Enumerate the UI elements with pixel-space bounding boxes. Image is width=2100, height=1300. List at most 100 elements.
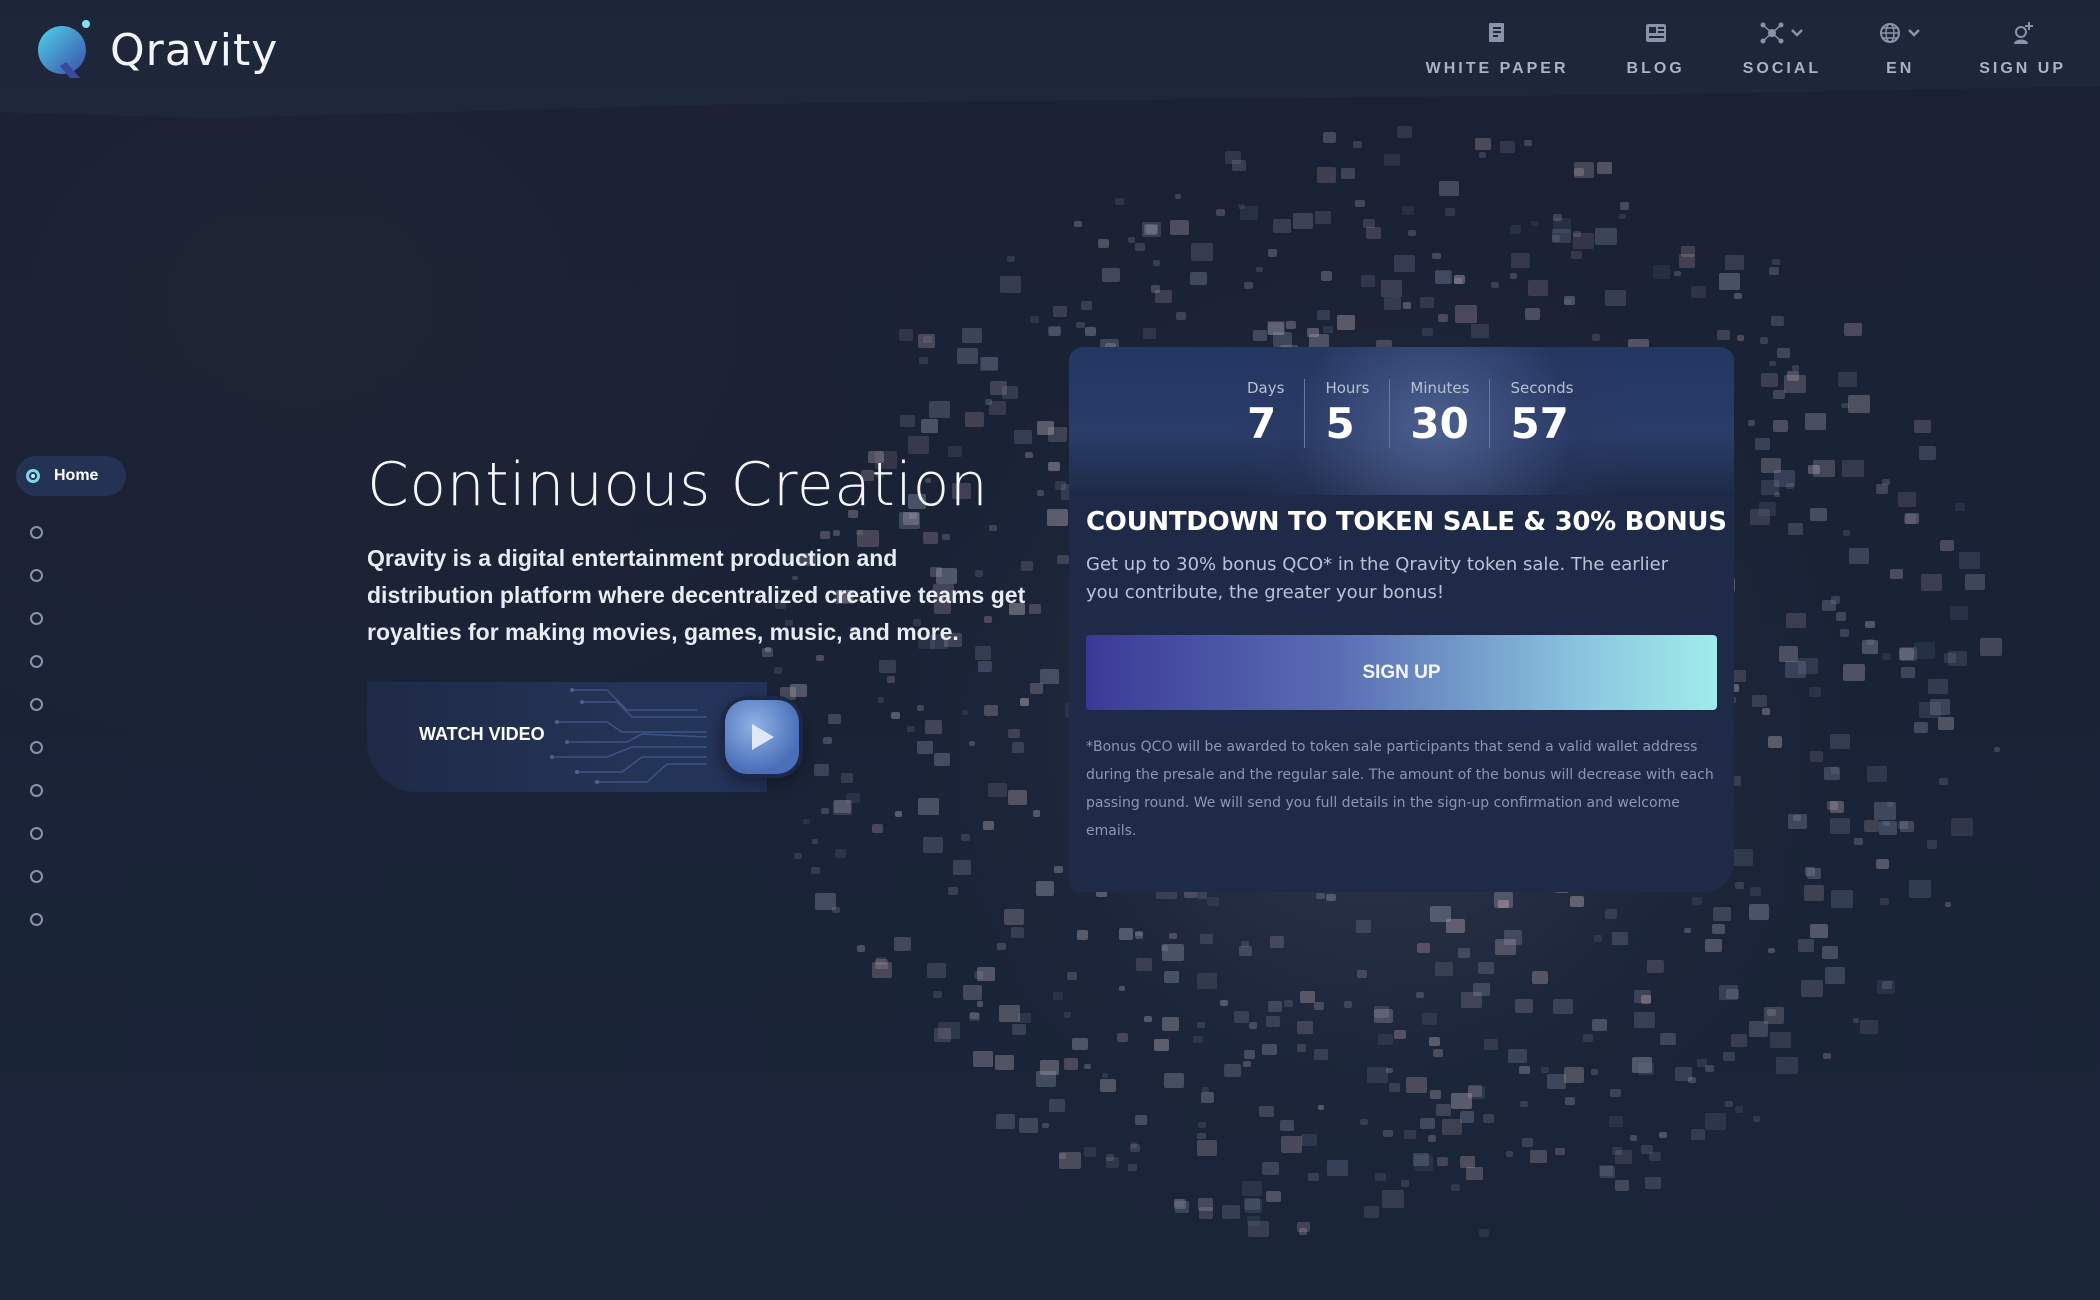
particle bbox=[1076, 321, 1085, 329]
particle bbox=[1784, 375, 1807, 393]
particle bbox=[1867, 765, 1888, 783]
particle bbox=[1768, 267, 1779, 275]
nav-social-label: SOCIAL bbox=[1742, 60, 1822, 77]
particle bbox=[1011, 742, 1025, 753]
particle bbox=[1609, 1115, 1624, 1127]
particle bbox=[917, 334, 935, 349]
countdown-days-label: Days bbox=[1247, 379, 1285, 397]
particle bbox=[1747, 420, 1756, 427]
particle bbox=[1453, 275, 1466, 285]
particle bbox=[1049, 326, 1061, 336]
particle bbox=[1861, 640, 1879, 654]
particle bbox=[1169, 219, 1190, 236]
particle bbox=[1383, 153, 1400, 167]
nav-social[interactable]: SOCIAL bbox=[1743, 18, 1821, 78]
particle bbox=[1490, 281, 1499, 289]
hero: Continuous Creation Qravity is a digital… bbox=[367, 450, 1027, 651]
nav-blog[interactable]: BLOG bbox=[1627, 18, 1685, 78]
particle bbox=[1767, 736, 1783, 749]
particle bbox=[894, 937, 912, 951]
section-nav-dot[interactable] bbox=[30, 784, 43, 797]
particle bbox=[1980, 638, 2002, 656]
particle bbox=[1454, 305, 1477, 323]
particle bbox=[1761, 457, 1781, 474]
particle bbox=[1105, 1157, 1119, 1168]
section-nav-dot[interactable] bbox=[30, 655, 43, 668]
section-nav-home[interactable]: Home bbox=[16, 456, 126, 496]
section-nav-dot[interactable] bbox=[30, 827, 43, 840]
section-nav-dot[interactable] bbox=[30, 526, 43, 539]
particle bbox=[1823, 1053, 1832, 1060]
particle bbox=[1384, 297, 1401, 310]
particle bbox=[1036, 490, 1044, 496]
particle bbox=[1041, 1122, 1049, 1129]
section-nav-dot[interactable] bbox=[30, 569, 43, 582]
watch-video-button[interactable]: WATCH VIDEO bbox=[367, 682, 799, 792]
particle bbox=[998, 1005, 1021, 1023]
particle bbox=[1373, 1005, 1389, 1018]
particle bbox=[1063, 1058, 1078, 1070]
nav-language[interactable]: EN bbox=[1879, 18, 1921, 78]
particle bbox=[1752, 1116, 1761, 1123]
particle bbox=[1434, 269, 1452, 284]
particle bbox=[1691, 285, 1707, 298]
particle bbox=[1841, 459, 1864, 478]
particle bbox=[1704, 938, 1722, 953]
particle bbox=[1451, 1184, 1461, 1192]
play-button[interactable] bbox=[725, 700, 799, 774]
particle bbox=[1355, 920, 1372, 933]
section-nav-dot[interactable] bbox=[30, 913, 43, 926]
particle bbox=[1266, 1190, 1281, 1203]
particle bbox=[1262, 1043, 1277, 1056]
card-text: Get up to 30% bonus QCO* in the Qravity … bbox=[1086, 554, 1669, 603]
particle bbox=[1770, 1031, 1791, 1048]
particle bbox=[834, 848, 846, 858]
particle bbox=[1416, 943, 1430, 954]
globe-icon bbox=[1880, 23, 1901, 43]
particle bbox=[1854, 838, 1863, 846]
section-nav-dot[interactable] bbox=[30, 612, 43, 625]
particle bbox=[1848, 548, 1870, 565]
logo[interactable]: Qravity bbox=[36, 18, 278, 82]
particle bbox=[1238, 945, 1252, 957]
particle bbox=[1510, 252, 1530, 269]
particle bbox=[1712, 907, 1731, 922]
particle bbox=[1215, 208, 1225, 217]
particle bbox=[1035, 1070, 1057, 1088]
particle bbox=[1162, 1017, 1180, 1031]
nav-white-paper[interactable]: WHITE PAPER bbox=[1426, 18, 1569, 78]
nav-sign-up[interactable]: SIGN UP bbox=[1979, 18, 2066, 78]
particle bbox=[1475, 137, 1492, 151]
particle bbox=[1505, 1151, 1514, 1157]
particle bbox=[916, 741, 934, 754]
particle bbox=[1809, 687, 1822, 697]
sign-up-button[interactable]: SIGN UP bbox=[1086, 635, 1717, 710]
nav-language-label: EN bbox=[1886, 60, 1915, 77]
particle bbox=[773, 667, 783, 674]
particle bbox=[1569, 895, 1585, 907]
particle bbox=[1611, 931, 1629, 946]
particle bbox=[1633, 1011, 1655, 1029]
particle bbox=[1076, 930, 1089, 940]
particle bbox=[1097, 238, 1110, 249]
particle bbox=[877, 697, 885, 703]
section-nav-dot[interactable] bbox=[30, 870, 43, 883]
section-nav-dot[interactable] bbox=[30, 741, 43, 754]
particle bbox=[890, 712, 900, 720]
section-nav-dot[interactable] bbox=[30, 698, 43, 711]
particle bbox=[1141, 221, 1161, 237]
particle bbox=[1595, 227, 1617, 246]
particle bbox=[1143, 1015, 1153, 1023]
particle bbox=[1724, 255, 1744, 271]
particle bbox=[1759, 502, 1777, 516]
particle bbox=[1786, 612, 1806, 629]
particle bbox=[1929, 698, 1950, 715]
particle bbox=[1950, 818, 1973, 836]
particle bbox=[1359, 1118, 1368, 1126]
particle bbox=[1393, 255, 1416, 273]
particle bbox=[1174, 1201, 1190, 1214]
particle bbox=[1427, 1135, 1437, 1143]
particle bbox=[1508, 1048, 1527, 1064]
particle bbox=[1265, 1015, 1280, 1027]
particle bbox=[1563, 298, 1572, 305]
